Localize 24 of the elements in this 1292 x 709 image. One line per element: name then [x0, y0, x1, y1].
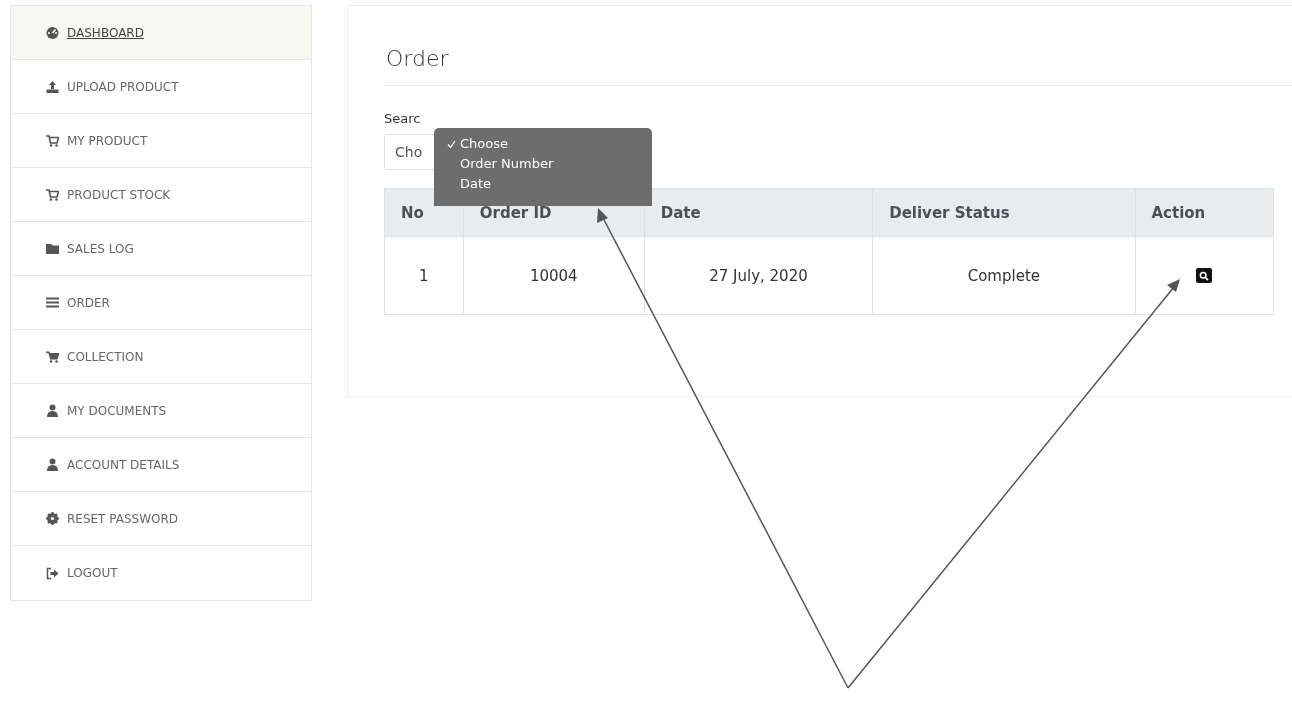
user-icon — [46, 458, 59, 471]
cart-icon — [46, 134, 59, 147]
upload-icon — [46, 80, 59, 93]
gear-icon — [46, 512, 59, 525]
column-header: Action — [1135, 188, 1274, 237]
column-header: Deliver Status — [872, 188, 1135, 237]
sidebar-item[interactable]: DASHBOARD — [11, 6, 311, 60]
table-cell: 10004 — [463, 236, 645, 315]
column-header: Date — [644, 188, 873, 237]
cart-icon — [46, 350, 59, 363]
dropdown-option[interactable]: Choose — [434, 134, 652, 154]
table-cell: Complete — [872, 236, 1135, 315]
list-icon — [46, 296, 59, 309]
table-cell: 1 — [384, 236, 464, 315]
page-title: Order — [385, 46, 450, 71]
dropdown-option[interactable]: Order Number — [434, 154, 652, 174]
gauge-icon — [46, 26, 59, 39]
view-button[interactable] — [1196, 268, 1213, 283]
cart-icon — [46, 188, 59, 201]
sign-out-icon — [46, 566, 59, 580]
folder-icon — [46, 242, 59, 255]
table-cell: 27 July, 2020 — [644, 236, 873, 315]
search-label: Searc — [384, 111, 421, 126]
user-icon — [46, 404, 59, 417]
